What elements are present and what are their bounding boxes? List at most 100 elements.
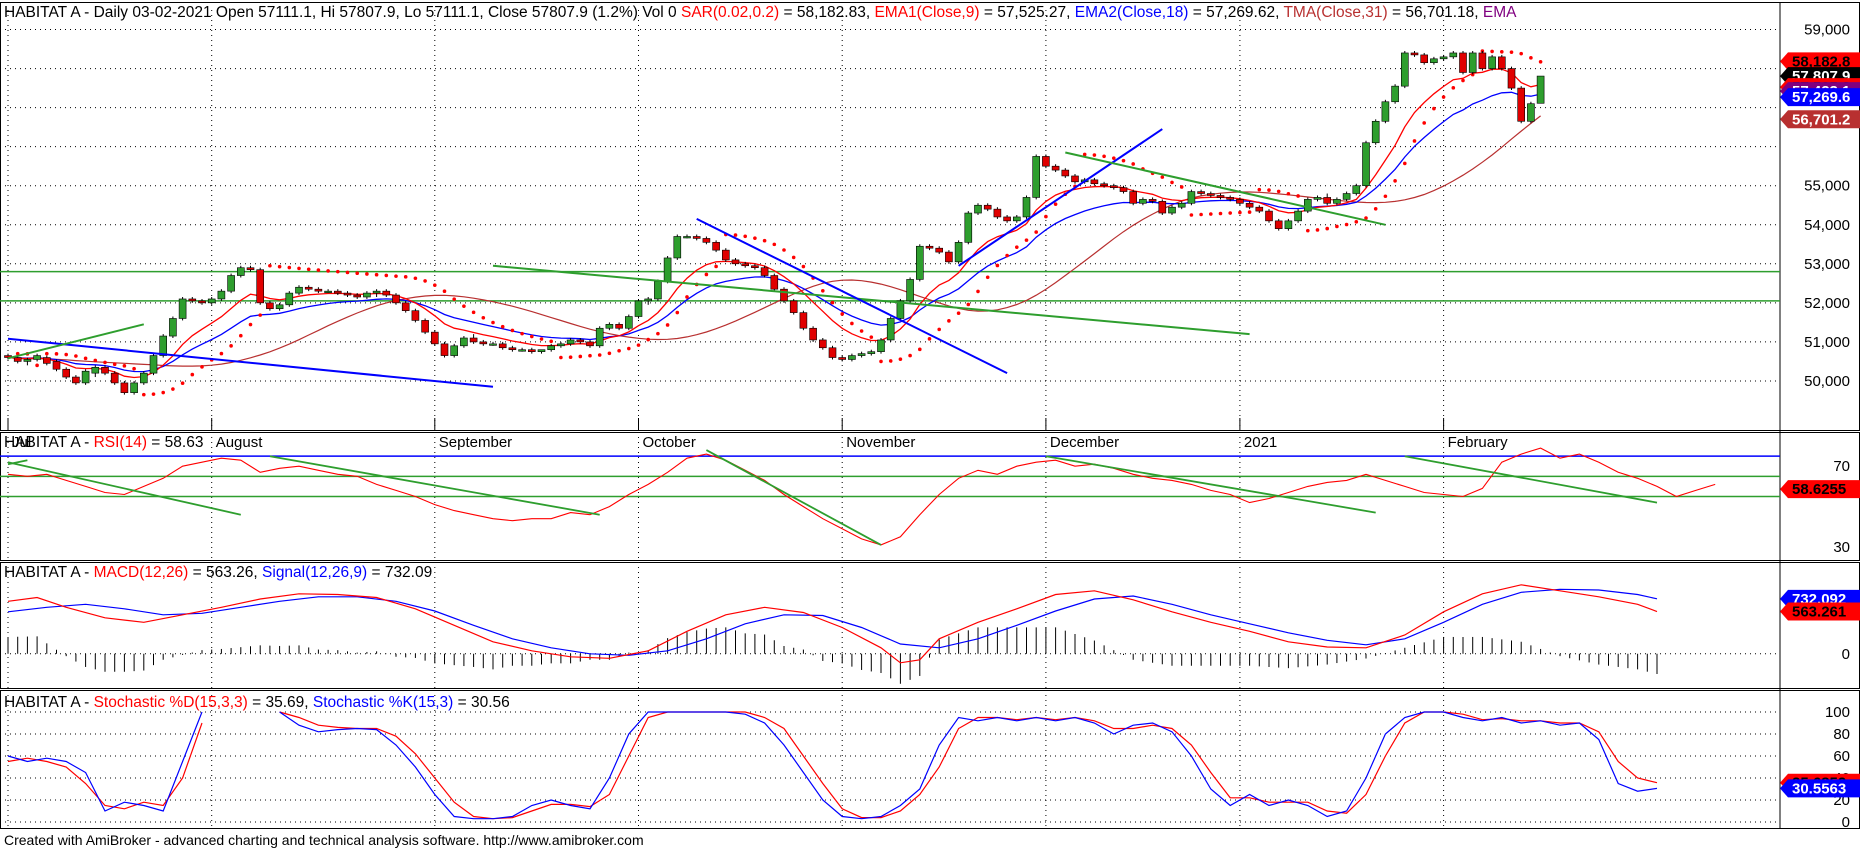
candle-down: [1071, 175, 1079, 183]
month-label: August: [216, 434, 264, 451]
candle-down: [828, 347, 837, 358]
candle-down: [13, 357, 22, 362]
candle-up: [663, 257, 672, 282]
candle-down: [692, 236, 701, 239]
candle-up: [1032, 156, 1040, 198]
candle-up: [1284, 220, 1293, 229]
macd-axis-tick: 0: [1842, 646, 1850, 663]
price-header-segment: EMA2(Close,18): [1075, 4, 1189, 21]
sar-dot: [45, 351, 49, 356]
candle-down: [1051, 165, 1060, 171]
candle-down: [1110, 185, 1118, 188]
sar-dot: [1179, 185, 1184, 189]
sar-dot: [219, 351, 224, 356]
stock-chart[interactable]: 50,000 51,000 52,000 53,000 54,000 55,000 59,0…: [0, 0, 1860, 852]
candle-down: [1507, 68, 1516, 89]
candle-down: [1207, 193, 1215, 196]
sar-dot: [1247, 210, 1252, 214]
sar-dot: [1218, 211, 1223, 216]
stoch-header: HABITAT A - Stochastic %D(15,3,3) = 35.6…: [4, 694, 510, 711]
price-trendline: [7, 337, 494, 388]
sar-dot: [229, 344, 233, 348]
sar-dot: [840, 312, 844, 316]
candle-down: [314, 288, 323, 292]
sar-dot: [1461, 78, 1465, 83]
price-axis-tick: 50,000: [1804, 373, 1850, 390]
candle-down: [1498, 56, 1506, 69]
sar-dot: [1344, 222, 1349, 227]
candle-down: [333, 290, 342, 294]
candle-up: [518, 349, 526, 352]
stoch-d-line: [7, 722, 203, 810]
sar-dot: [1509, 50, 1514, 54]
rsi-trendline: [1045, 455, 1376, 514]
candle-up: [1430, 58, 1438, 64]
candle-down: [469, 337, 478, 343]
sar-dot: [801, 264, 806, 269]
candle-up: [159, 335, 167, 356]
candle-down: [818, 339, 827, 349]
candle-up: [130, 382, 138, 393]
sar-dot: [355, 271, 360, 276]
candle-up: [1362, 142, 1370, 187]
candle-up: [1439, 56, 1448, 60]
month-label: September: [439, 434, 512, 451]
candle-down: [1517, 87, 1525, 122]
sar-dot: [520, 331, 524, 336]
sar-dot: [83, 356, 88, 361]
stoch-header-segment: Stochastic %D(15,3,3): [94, 694, 248, 711]
sar-dot: [918, 347, 922, 352]
candle-down: [1090, 179, 1099, 185]
sar-dot: [462, 304, 466, 308]
sar-dot: [1228, 211, 1232, 215]
candle-up: [23, 359, 32, 362]
sar-dot: [1053, 202, 1058, 206]
candle-down: [731, 259, 740, 265]
candle-down: [120, 382, 129, 393]
candle-down: [925, 245, 934, 249]
month-label: November: [846, 434, 915, 451]
candle-down: [52, 361, 61, 370]
candle-up: [295, 286, 303, 294]
sar-dot: [956, 311, 961, 315]
sar-dot: [898, 357, 903, 361]
candle-down: [1100, 183, 1108, 187]
sar-dot: [345, 270, 350, 275]
sar-dot: [394, 274, 398, 278]
sar-dot: [743, 234, 747, 239]
sar-dot: [248, 322, 253, 327]
candle-down: [353, 294, 362, 298]
price-trendline: [696, 218, 1008, 374]
price-tag: 56,701.2: [1780, 110, 1860, 129]
sar-dot: [1393, 179, 1397, 183]
sar-dot: [491, 320, 495, 325]
sar-dot: [1112, 156, 1116, 160]
candle-up: [654, 281, 662, 300]
month-label: February: [1448, 434, 1509, 451]
candle-down: [1265, 210, 1273, 222]
sar-dot: [1044, 214, 1048, 219]
candle-down: [392, 294, 400, 304]
candle-up: [857, 353, 866, 356]
candle-down: [1255, 206, 1264, 212]
sar-dot: [1373, 206, 1378, 211]
candle-down: [760, 267, 769, 276]
candle-down: [615, 324, 623, 329]
candle-down: [586, 341, 594, 347]
rsi-header-segment: RSI(14): [94, 434, 147, 451]
sar-dot: [937, 327, 941, 332]
sar-dot: [1160, 175, 1165, 179]
candle-up: [886, 318, 895, 341]
candle-down: [266, 302, 274, 310]
sar-dot: [1538, 59, 1543, 64]
sar-dot: [568, 355, 573, 360]
candle-up: [1381, 101, 1390, 122]
sar-dot: [578, 354, 583, 359]
candle-up: [1536, 75, 1545, 104]
sar-dot: [762, 238, 767, 243]
candle-up: [207, 298, 216, 304]
price-header-segment: HABITAT A - Daily 03-02-2021 Open 57111.…: [4, 4, 681, 21]
candle-up: [867, 351, 876, 354]
candle-up: [877, 339, 885, 352]
price-tag: 57,269.6: [1780, 88, 1860, 107]
